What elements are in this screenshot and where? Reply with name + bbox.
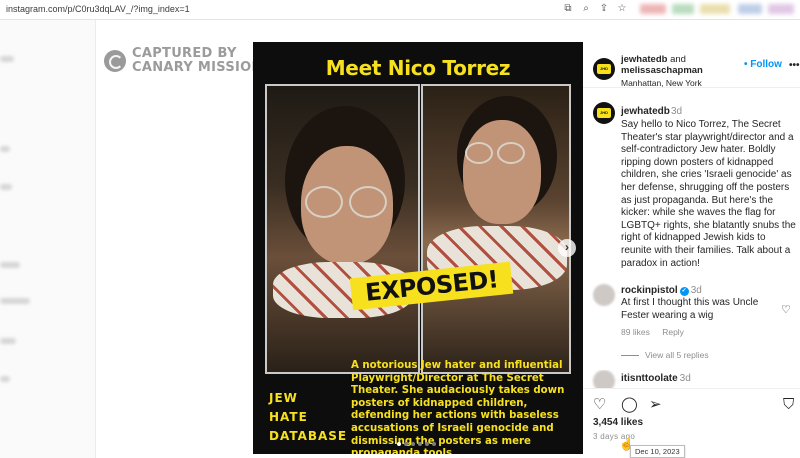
extension-icon[interactable] xyxy=(738,4,762,14)
blurred-nav-item xyxy=(0,298,30,304)
author-avatar[interactable]: JHD xyxy=(593,58,615,80)
likes-count[interactable]: 3,454 likes xyxy=(593,417,643,428)
carousel-dot xyxy=(411,442,415,446)
address-bar[interactable]: instagram.com/p/C0ru3dqLAV_/?img_index=1 xyxy=(6,4,190,14)
comment-text: At first I thought this was Uncle Fester… xyxy=(621,297,759,321)
background-sidebar xyxy=(0,20,96,458)
coauthor-username[interactable]: melissaschapman xyxy=(621,65,703,76)
save-bookmark-icon[interactable]: ⛉ xyxy=(783,397,794,413)
carousel-dot xyxy=(404,442,408,446)
caption-text: Say hello to Nico Torrez, The Secret The… xyxy=(621,119,796,269)
extension-icon[interactable] xyxy=(640,4,666,14)
share-icon[interactable]: ⇪ xyxy=(598,3,610,15)
post-actions: ♡ ◯ ➢ ⛉ 3,454 likes 3 days ago ☝ Dec 10,… xyxy=(583,388,800,458)
carousel-next-button[interactable]: › xyxy=(558,239,576,257)
reply-button[interactable]: Reply xyxy=(662,327,684,337)
commenter-avatar[interactable] xyxy=(593,370,615,388)
blurred-nav-item xyxy=(0,184,12,190)
photo-left xyxy=(265,84,420,374)
caption-username[interactable]: jewhatedb xyxy=(621,106,670,117)
carousel-dot xyxy=(397,442,401,446)
open-in-app-icon[interactable]: ⧉ xyxy=(562,3,574,15)
extension-icon[interactable] xyxy=(700,4,730,14)
post-authors: jewhatedb and melissaschapman xyxy=(621,54,703,76)
blurred-nav-item xyxy=(0,56,14,62)
post-image[interactable]: Meet Nico Torrez EXPOSED! A notorious Je… xyxy=(253,42,583,454)
commenter-username[interactable]: rockinpistol ✓ 3d xyxy=(621,285,702,296)
comment-meta: 89 likes Reply xyxy=(621,327,694,337)
carousel-dot xyxy=(432,442,436,446)
extension-icon[interactable] xyxy=(768,4,794,14)
verified-badge-icon: ✓ xyxy=(679,287,689,296)
follow-button[interactable]: • Follow xyxy=(744,59,782,70)
commenter-avatar[interactable] xyxy=(593,284,615,306)
carousel-dot xyxy=(418,442,422,446)
canary-mission-watermark: CAPTURED BY CANARY MISSION xyxy=(104,47,263,75)
jew-hate-database-logo: JEW HATE DATABASE xyxy=(269,391,348,443)
toolbar-icons: ⧉ ⌕ ⇪ ☆ xyxy=(562,3,628,15)
watermark-text: CAPTURED BY CANARY MISSION xyxy=(132,47,263,75)
extension-icon[interactable] xyxy=(672,4,694,14)
comment-like-icon[interactable]: ♡ xyxy=(781,303,791,316)
date-tooltip: Dec 10, 2023 xyxy=(630,445,685,458)
post-location[interactable]: Manhattan, New York xyxy=(621,78,702,88)
watermark-line-1: CAPTURED BY xyxy=(132,46,237,61)
canary-logo-icon xyxy=(104,50,126,72)
post-details-panel: JHD jewhatedb and melissaschapman Manhat… xyxy=(583,42,800,458)
caption-time[interactable]: 3d xyxy=(671,106,682,117)
author-conjunction: and xyxy=(667,54,686,65)
comment-bubble-icon[interactable]: ◯ xyxy=(621,397,638,413)
zoom-icon[interactable]: ⌕ xyxy=(580,3,592,15)
like-heart-icon[interactable]: ♡ xyxy=(593,397,606,413)
photo-right xyxy=(421,84,571,374)
comment-time[interactable]: 3d xyxy=(680,373,691,384)
share-send-icon[interactable]: ➢ xyxy=(649,397,662,413)
post-image-caption: A notorious Jew hater and influential Pl… xyxy=(351,360,565,454)
blurred-nav-item xyxy=(0,376,10,382)
author-username[interactable]: jewhatedb xyxy=(621,54,667,65)
post-image-title: Meet Nico Torrez xyxy=(325,56,511,80)
blurred-nav-item xyxy=(0,338,16,344)
post-header: JHD jewhatedb and melissaschapman Manhat… xyxy=(583,42,800,88)
comment-likes[interactable]: 89 likes xyxy=(621,327,650,337)
commenter-username[interactable]: itisnttoolate 3d xyxy=(621,373,691,384)
watermark-line-2: CANARY MISSION xyxy=(132,60,263,75)
view-replies-button[interactable]: View all 5 replies xyxy=(621,350,709,360)
bookmark-star-icon[interactable]: ☆ xyxy=(616,3,628,15)
carousel-dots xyxy=(397,442,436,446)
blurred-nav-item xyxy=(0,262,20,268)
caption-avatar[interactable]: JHD xyxy=(593,102,615,124)
blurred-nav-item xyxy=(0,146,10,152)
carousel-dot xyxy=(425,442,429,446)
more-options-icon[interactable]: ••• xyxy=(789,60,800,71)
comment-time[interactable]: 3d xyxy=(691,285,702,296)
browser-toolbar: instagram.com/p/C0ru3dqLAV_/?img_index=1… xyxy=(0,0,800,20)
comment-item: itisnttoolate 3d xyxy=(583,370,800,388)
